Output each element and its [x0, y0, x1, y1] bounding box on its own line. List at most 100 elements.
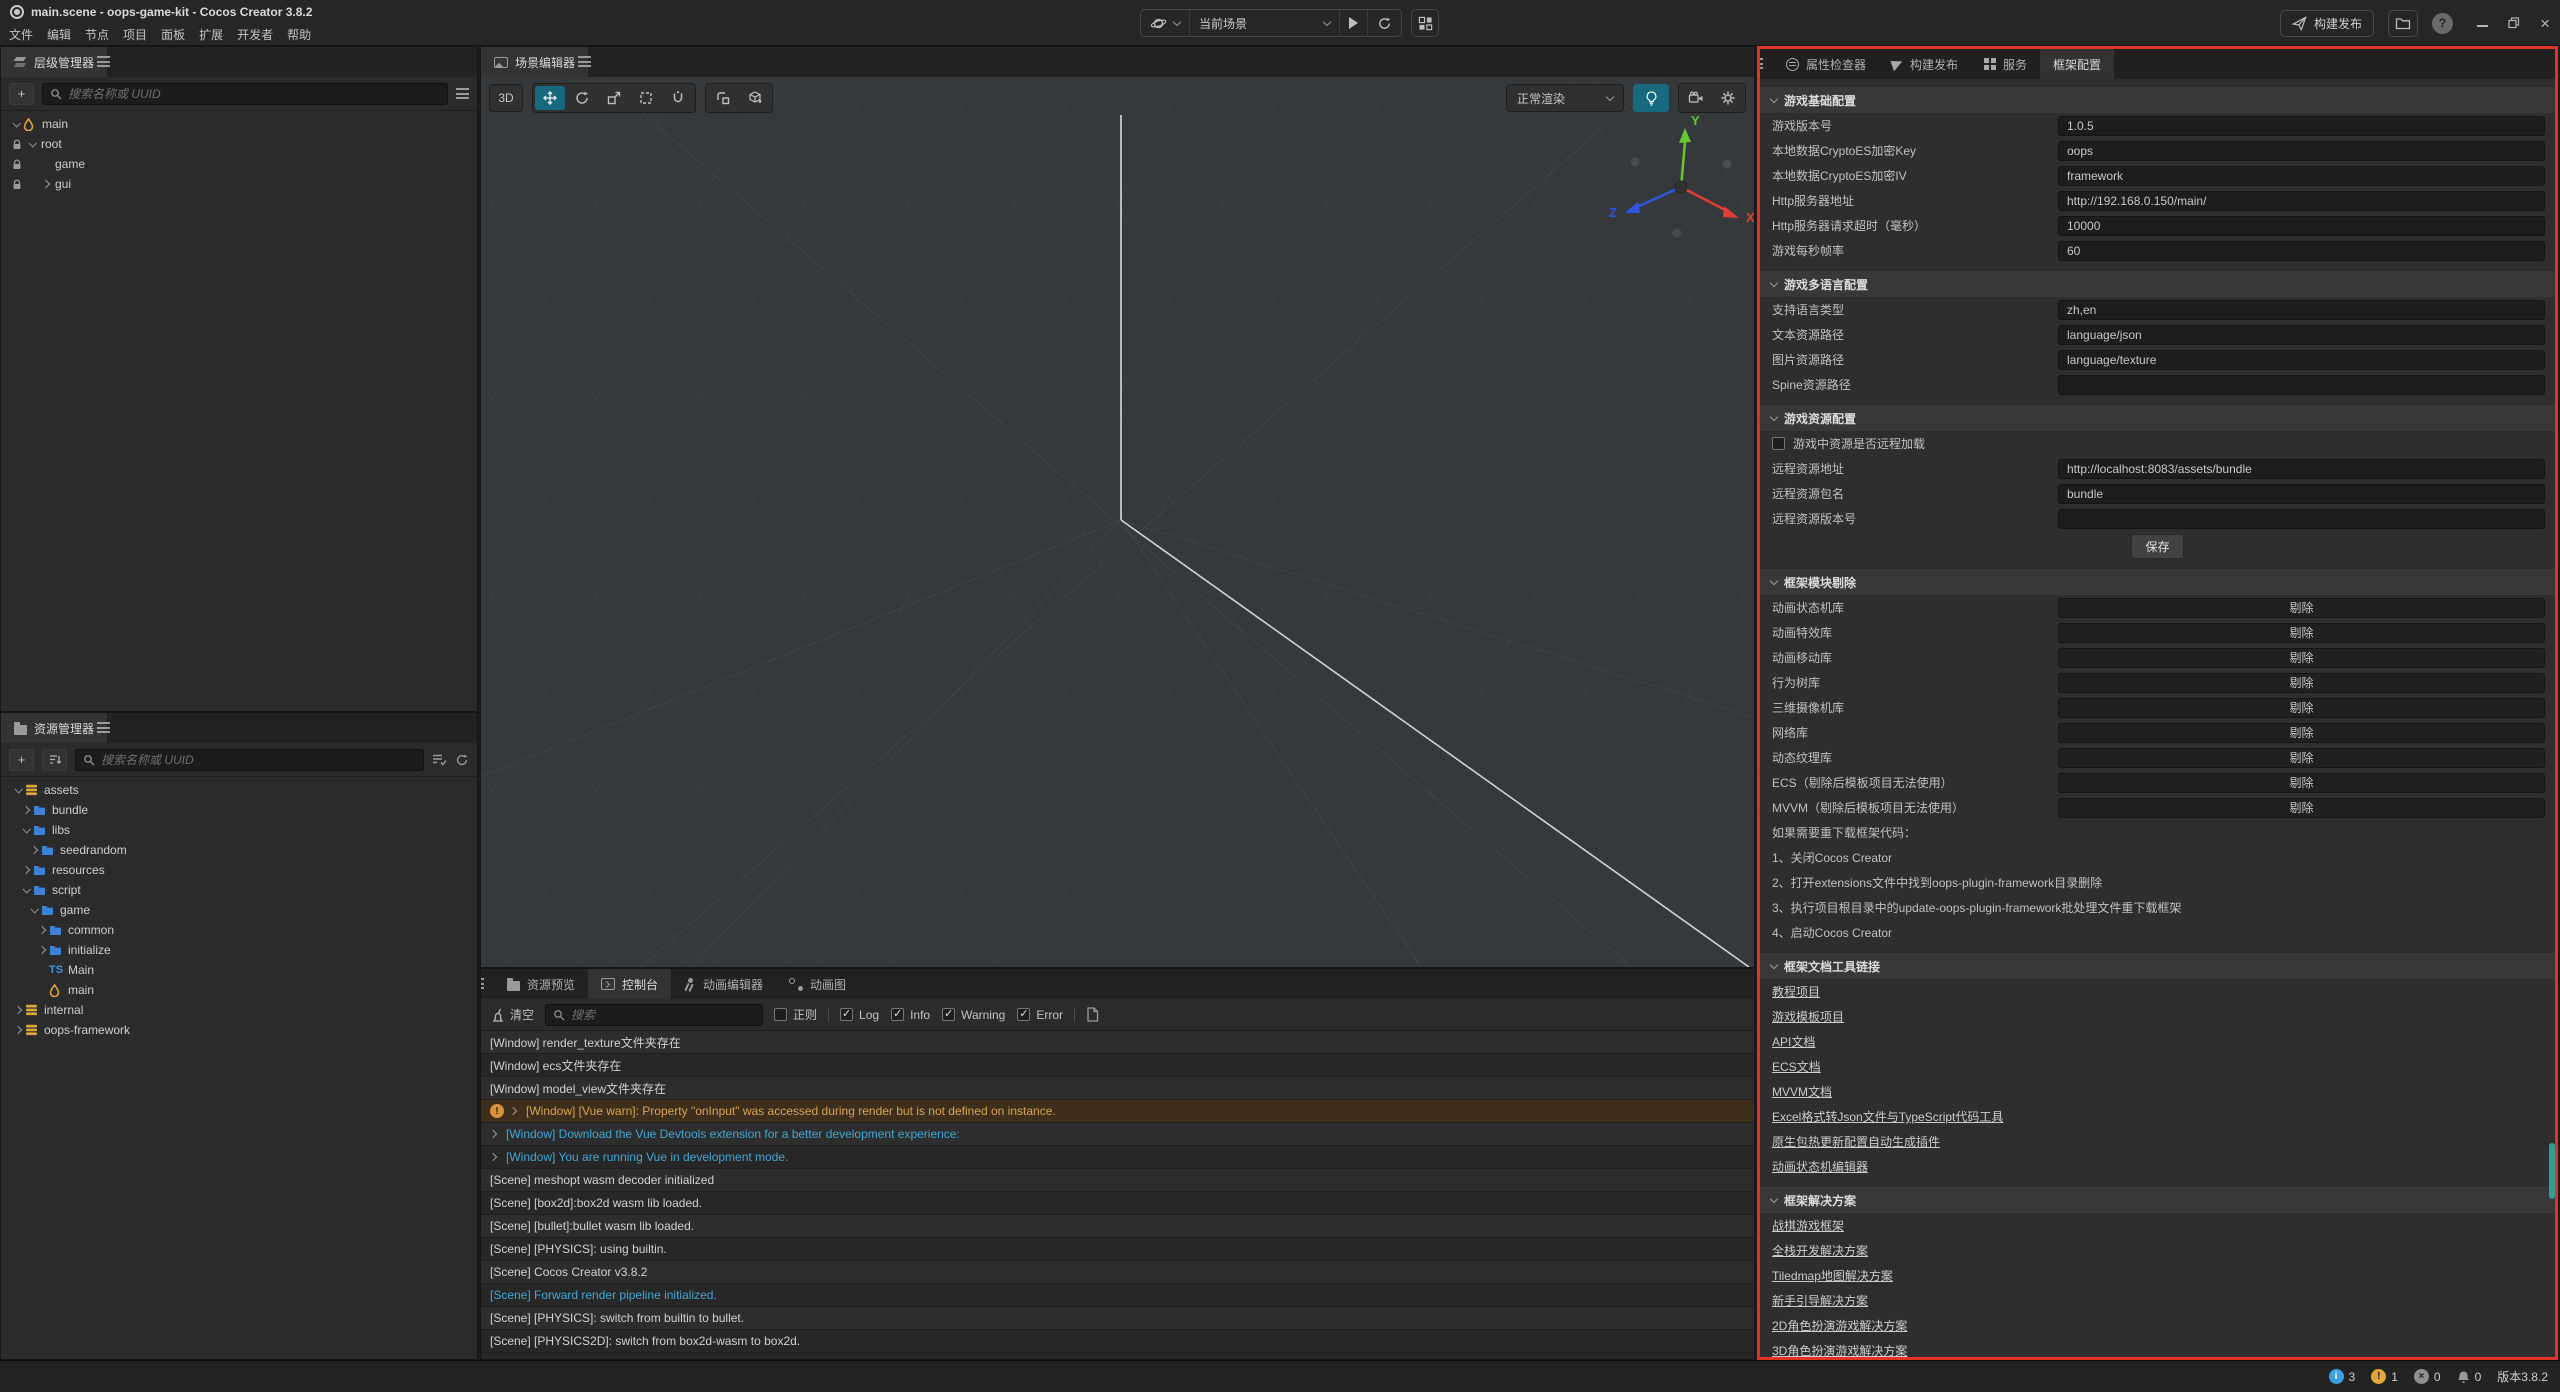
error-counter[interactable]: × 0 — [2414, 1369, 2441, 1384]
menu-item[interactable]: 帮助 — [287, 26, 311, 43]
hierarchy-search-input[interactable]: 搜索名称或 UUID — [42, 83, 448, 105]
menu-item[interactable]: 开发者 — [237, 26, 273, 43]
console-tab[interactable]: 资源预览 — [494, 969, 588, 999]
panel-menu-icon[interactable] — [480, 978, 484, 989]
asset-node[interactable]: TS internal — [1, 1000, 477, 1020]
log-row[interactable]: ! [Window] [Vue warn]: Property "onInput… — [481, 1100, 1754, 1123]
remove-module-button[interactable]: 剔除 — [2058, 773, 2545, 793]
preview-device-button[interactable] — [1141, 10, 1189, 36]
solution-link[interactable]: 新手引导解决方案 — [1772, 1288, 1868, 1313]
log-row[interactable]: ! [Scene] [PHYSICS]: using builtin. — [481, 1238, 1754, 1261]
add-asset-button[interactable]: + — [9, 749, 34, 771]
asset-node[interactable]: TS common — [1, 920, 477, 940]
doc-link[interactable]: API文档 — [1772, 1029, 1815, 1054]
config-input[interactable]: oops — [2058, 141, 2545, 161]
log-row[interactable]: ! [Window] You are running Vue in develo… — [481, 1146, 1754, 1169]
maximize-button[interactable] — [2508, 17, 2520, 29]
neg-z-handle[interactable] — [1631, 158, 1640, 167]
log-row[interactable]: ! [Scene] [PHYSICS]: switch from builtin… — [481, 1307, 1754, 1330]
remove-module-button[interactable]: 剔除 — [2058, 798, 2545, 818]
log-filter-checkbox[interactable]: Error — [1017, 1008, 1063, 1022]
hierarchy-node[interactable]: root — [1, 134, 477, 154]
section-language-config[interactable]: 游戏多语言配置 — [1760, 271, 2555, 297]
play-button[interactable] — [1339, 10, 1367, 36]
expander-icon[interactable] — [490, 1154, 500, 1160]
info-counter[interactable]: i 3 — [2329, 1369, 2356, 1384]
remove-module-button[interactable]: 剔除 — [2058, 598, 2545, 618]
expander-icon[interactable] — [11, 1023, 25, 1037]
neg-x-handle[interactable] — [1723, 160, 1732, 169]
build-publish-button[interactable]: 构建发布 — [2280, 10, 2374, 37]
asset-node[interactable]: TS Main — [1, 960, 477, 980]
asset-node[interactable]: TS game — [1, 900, 477, 920]
x-axis-cone[interactable] — [1723, 206, 1739, 218]
asset-node[interactable]: TS seedrandom — [1, 840, 477, 860]
remove-module-button[interactable]: 剔除 — [2058, 648, 2545, 668]
config-input[interactable]: http://localhost:8083/assets/bundle — [2058, 459, 2545, 479]
log-row[interactable]: ! [Window] render_texture文件夹存在 — [481, 1031, 1754, 1054]
console-tab[interactable]: 控制台 — [588, 969, 671, 999]
expander-icon[interactable] — [27, 903, 41, 917]
log-filter-checkbox[interactable]: Warning — [942, 1008, 1005, 1022]
expander-icon[interactable] — [19, 803, 33, 817]
expander-icon[interactable] — [25, 137, 39, 151]
expander-icon[interactable] — [35, 963, 49, 977]
log-row[interactable]: ! [Scene] [PHYSICS2D]: switch from box2d… — [481, 1330, 1754, 1353]
scale-tool-button[interactable] — [599, 86, 629, 110]
y-axis-cone[interactable] — [1679, 128, 1691, 143]
section-resource-config[interactable]: 游戏资源配置 — [1760, 405, 2555, 431]
remove-module-button[interactable]: 剔除 — [2058, 623, 2545, 643]
log-file-icon[interactable] — [1086, 1007, 1099, 1022]
console-tab[interactable]: 动画图 — [776, 969, 859, 999]
config-input[interactable]: zh,en — [2058, 300, 2545, 320]
section-module-strip[interactable]: 框架模块剔除 — [1760, 569, 2555, 595]
dimension-toggle-button[interactable]: 3D — [489, 84, 523, 112]
scene-camera-button[interactable] — [1681, 86, 1711, 110]
log-filter-checkbox[interactable]: Log — [840, 1008, 879, 1022]
expander-icon[interactable] — [35, 943, 49, 957]
layout-button[interactable] — [1411, 9, 1439, 37]
log-row[interactable]: ! [Scene] Forward render pipeline initia… — [481, 1284, 1754, 1307]
z-axis-cone[interactable] — [1625, 202, 1640, 213]
regex-checkbox[interactable]: 正则 — [774, 1006, 817, 1023]
doc-link[interactable]: 原生包热更新配置自动生成插件 — [1772, 1129, 1940, 1154]
rect-tool-button[interactable] — [631, 86, 661, 110]
snap-corner-button[interactable] — [708, 86, 738, 110]
config-input[interactable]: bundle — [2058, 484, 2545, 504]
expander-icon[interactable] — [11, 783, 25, 797]
asset-node[interactable]: TS main — [1, 980, 477, 1000]
remove-module-button[interactable]: 剔除 — [2058, 723, 2545, 743]
expander-icon[interactable] — [27, 843, 41, 857]
doc-link[interactable]: ECS文档 — [1772, 1054, 1821, 1079]
menu-item[interactable]: 编辑 — [47, 26, 71, 43]
solution-link[interactable]: Tiledmap地图解决方案 — [1772, 1263, 1893, 1288]
snap-cube-button[interactable] — [740, 86, 770, 110]
remote-load-checkbox[interactable]: 游戏中资源是否远程加载 — [1760, 431, 2555, 456]
clear-console-button[interactable]: 清空 — [491, 1006, 534, 1023]
expander-icon[interactable] — [19, 883, 33, 897]
menu-item[interactable]: 项目 — [123, 26, 147, 43]
doc-link[interactable]: 教程项目 — [1772, 979, 1820, 1004]
console-search-input[interactable]: 搜索 — [545, 1004, 763, 1026]
rotate-tool-button[interactable] — [567, 86, 597, 110]
filter-assets-icon[interactable] — [432, 753, 447, 766]
expander-icon[interactable] — [35, 923, 49, 937]
config-input[interactable]: 1.0.5 — [2058, 116, 2545, 136]
inspector-tab[interactable]: 框架配置 — [2040, 49, 2114, 79]
asset-node[interactable]: TS assets — [1, 780, 477, 800]
inspector-tab[interactable]: 构建发布 — [1879, 49, 1971, 79]
log-row[interactable]: ! [Window] ecs文件夹存在 — [481, 1054, 1754, 1077]
open-project-folder-button[interactable] — [2388, 10, 2418, 37]
console-tab[interactable]: 动画编辑器 — [671, 969, 776, 999]
asset-node[interactable]: TS initialize — [1, 940, 477, 960]
save-button[interactable]: 保存 — [2131, 534, 2183, 559]
expander-icon[interactable] — [490, 1131, 500, 1137]
doc-link[interactable]: MVVM文档 — [1772, 1079, 1832, 1104]
neg-y-handle[interactable] — [1673, 229, 1682, 238]
expander-icon[interactable] — [19, 863, 33, 877]
axis-gizmo[interactable]: X Y Z — [1596, 110, 1755, 260]
notification-counter[interactable]: 0 — [2457, 1370, 2482, 1384]
gizmo-center[interactable] — [1675, 181, 1687, 193]
gear-icon[interactable] — [1713, 86, 1743, 110]
help-icon[interactable]: ? — [2432, 13, 2453, 34]
